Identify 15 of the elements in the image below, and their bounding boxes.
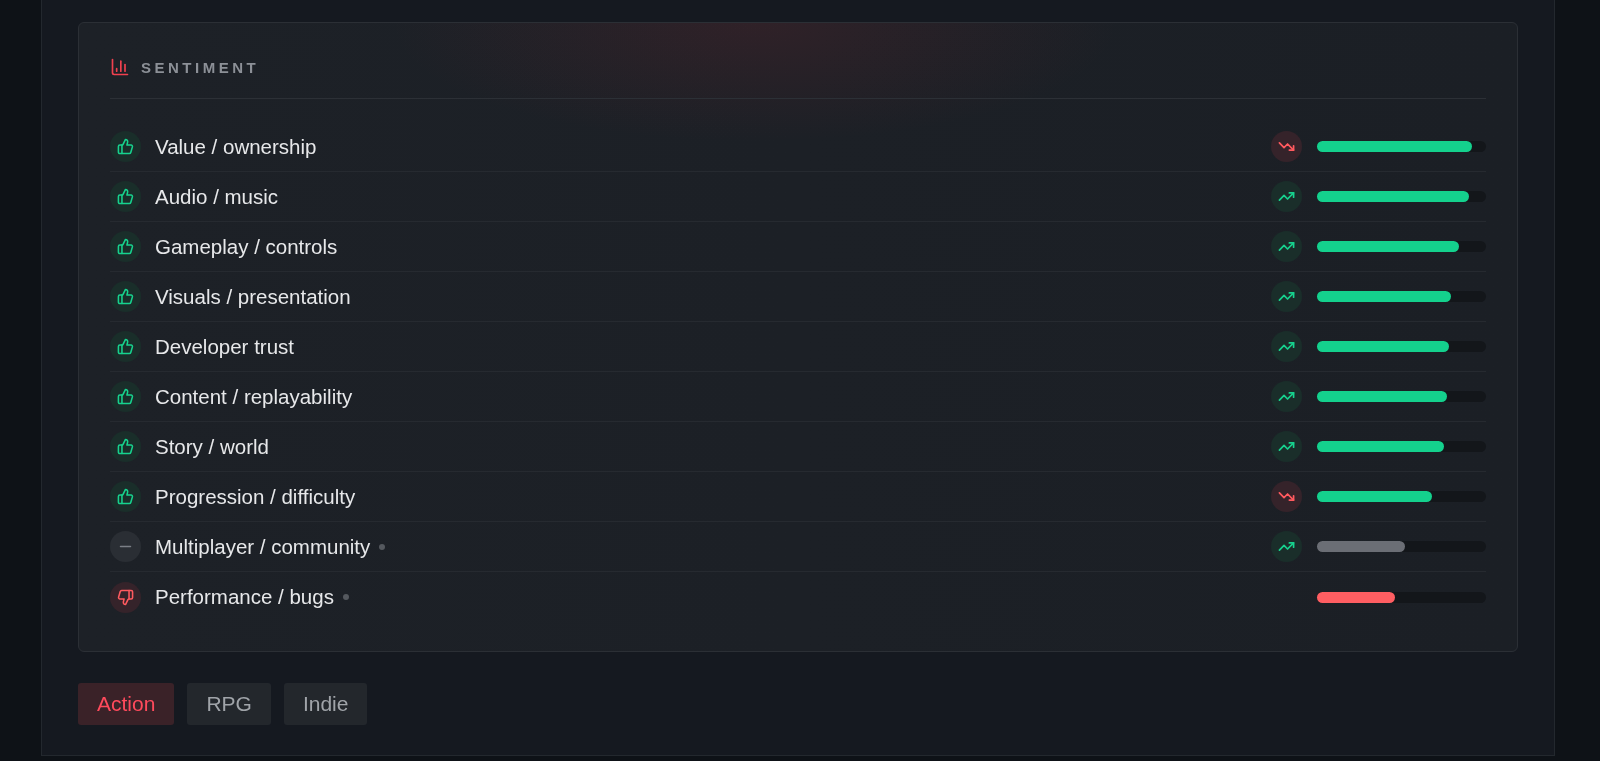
aspect-label: Progression / difficulty	[155, 484, 356, 509]
genre-tag[interactable]: RPG	[187, 683, 271, 725]
aspect-label: Multiplayer / community	[155, 534, 371, 559]
genre-tag[interactable]: Indie	[283, 683, 368, 725]
aspect-label: Gameplay / controls	[155, 234, 338, 259]
aspect-label: Content / replayability	[155, 384, 353, 409]
aspect-label: Story / world	[155, 434, 269, 459]
aspect-label: Visuals / presentation	[155, 284, 351, 309]
aspect-label: Performance / bugs	[155, 585, 334, 609]
genre-tag[interactable]: Action	[78, 683, 175, 725]
aspect-label: Audio / music	[155, 184, 279, 209]
aspect-label: Developer trust	[155, 334, 294, 359]
aspect-label: Value / ownership	[155, 134, 317, 159]
bar-chart-icon	[110, 57, 130, 77]
section-title: SENTIMENT	[141, 58, 260, 76]
